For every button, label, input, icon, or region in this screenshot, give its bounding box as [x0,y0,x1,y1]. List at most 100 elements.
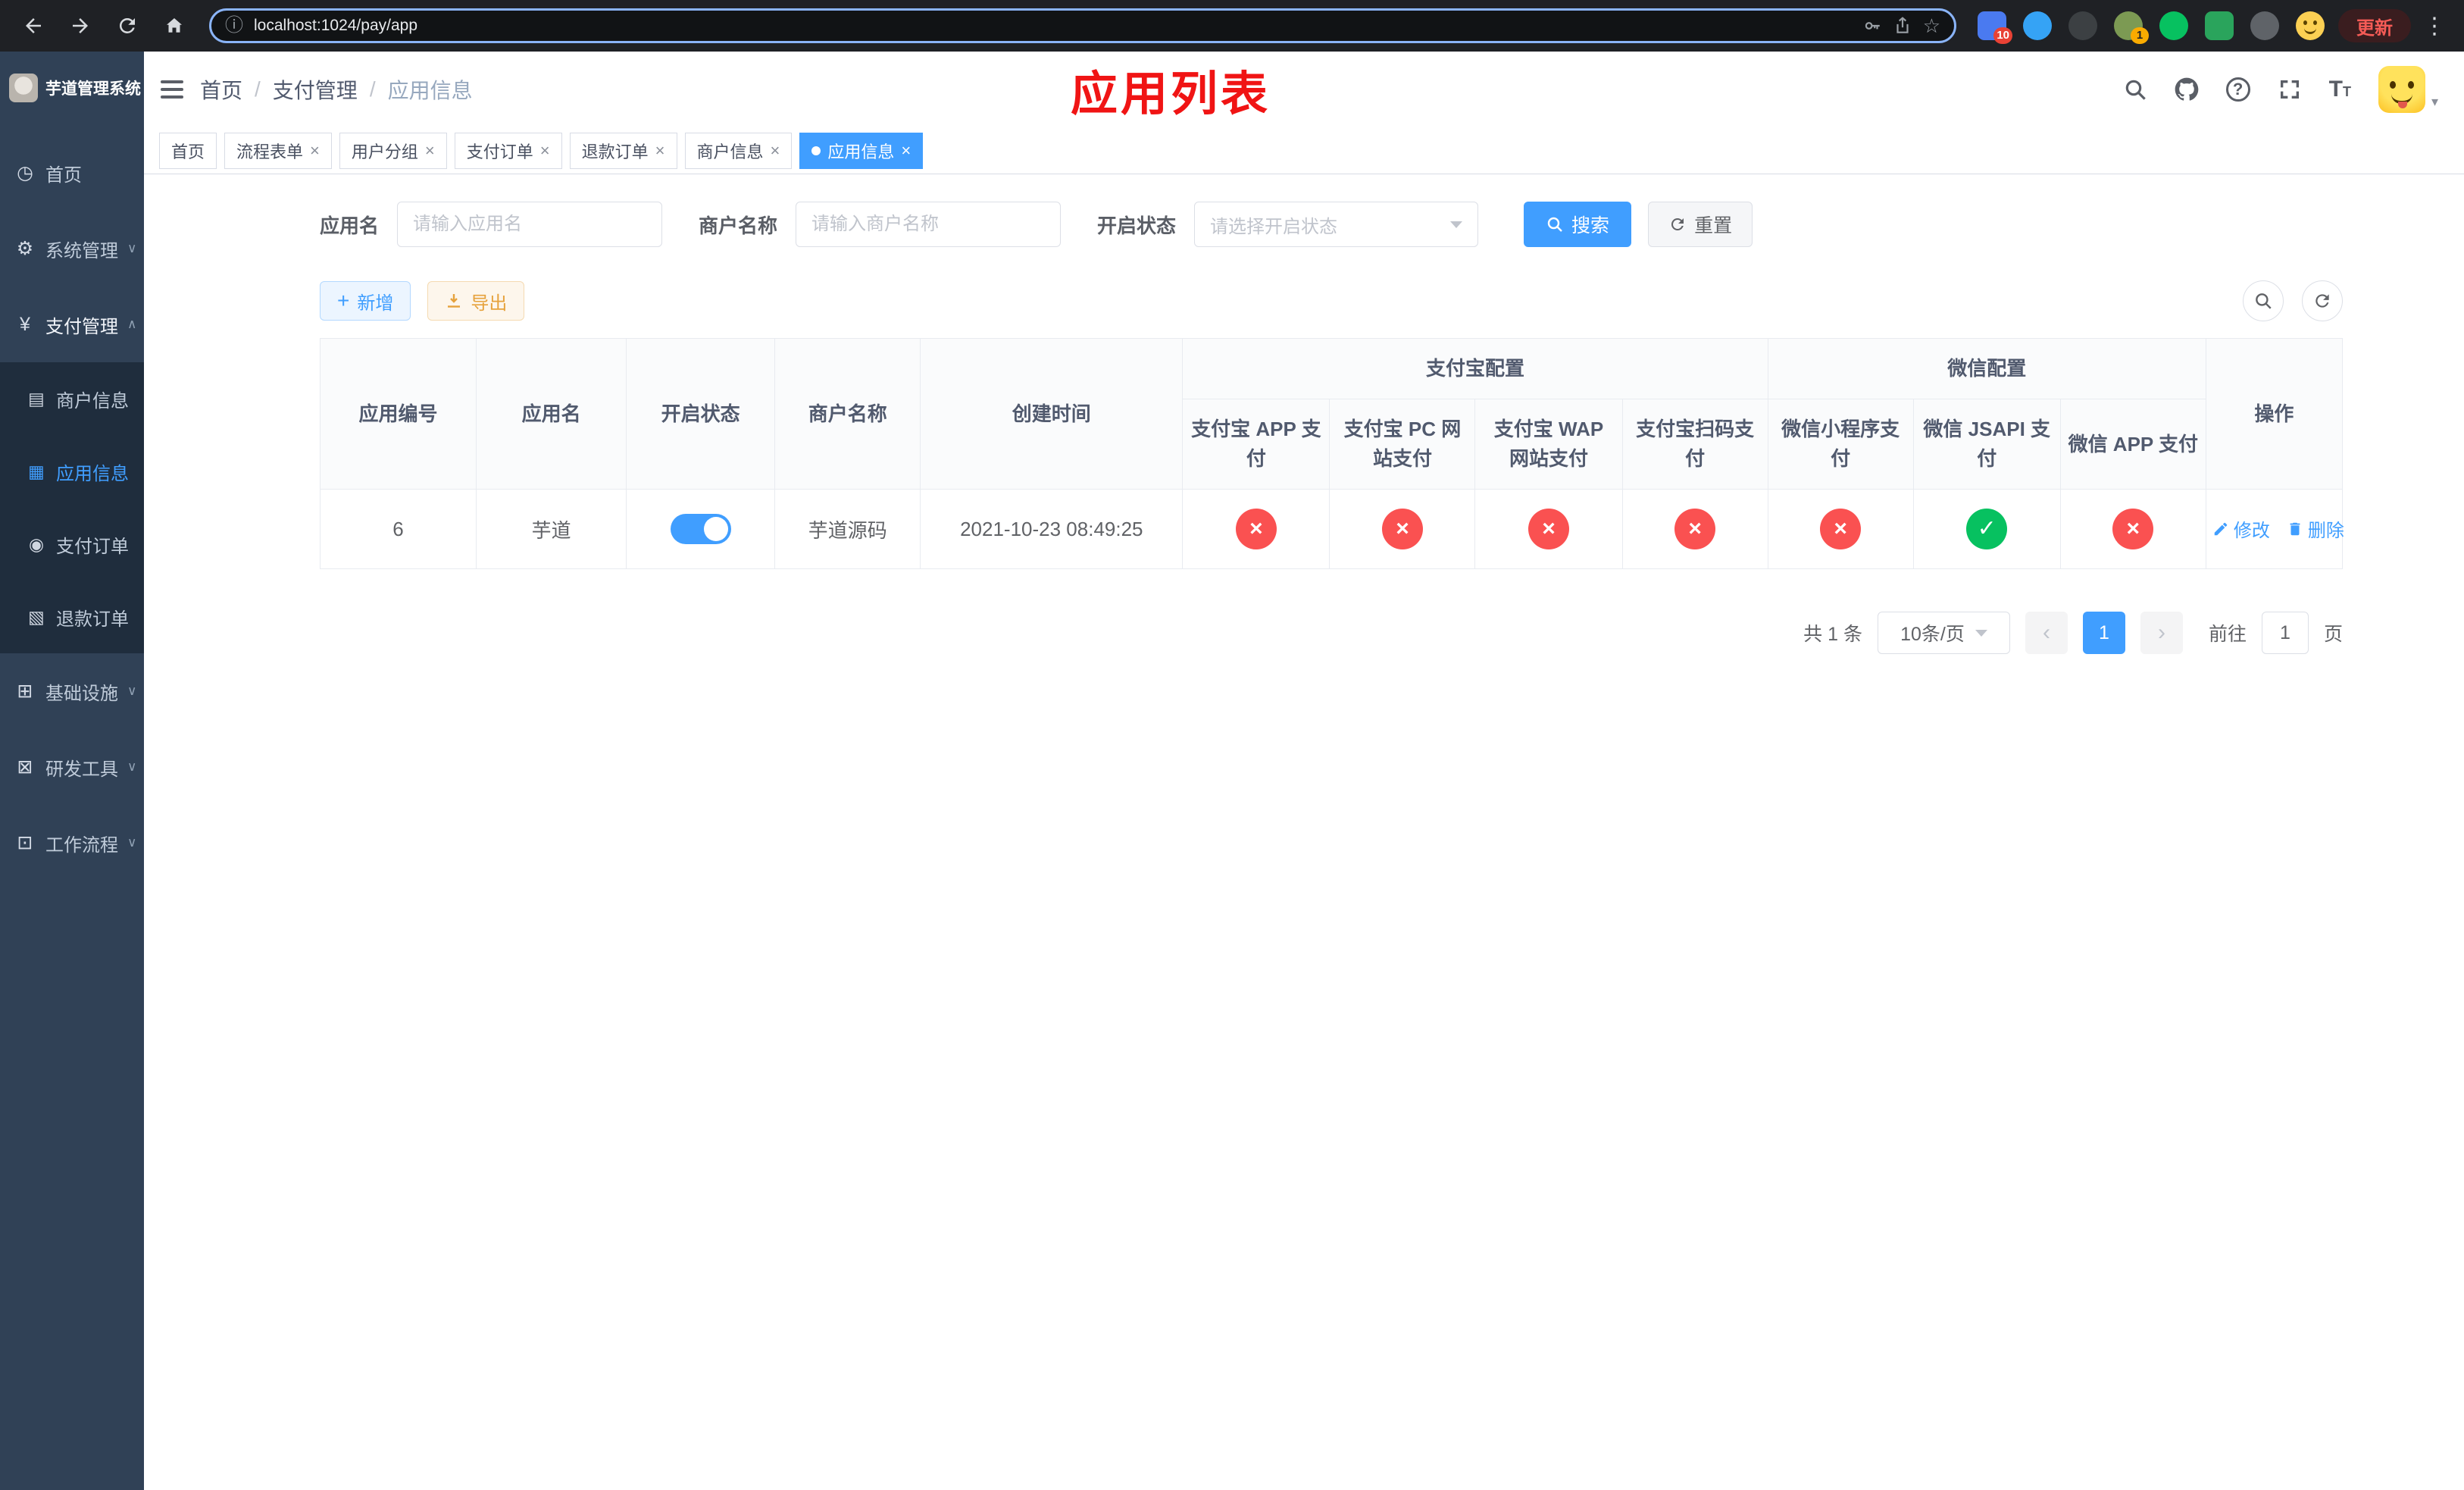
close-icon[interactable]: × [540,142,550,159]
cell-wechat-jsapi: ✓ [1912,489,2061,569]
app-table: 应用编号 应用名 开启状态 商户名称 创建时间 支付宝配置 微信配置 操作 支付… [319,338,2344,569]
collapse-sidebar-icon[interactable] [161,77,183,102]
page-size-select[interactable]: 10条/页 [1877,612,2010,654]
refresh-button[interactable] [2302,280,2343,321]
app-name-input[interactable] [397,202,663,247]
close-icon[interactable]: × [425,142,435,159]
config-status-icon: × [1528,509,1570,549]
password-key-icon[interactable] [1862,16,1882,36]
toggle-search-button[interactable] [2243,280,2284,321]
export-button[interactable]: 导出 [427,281,525,321]
share-icon[interactable] [1893,16,1912,36]
goto-page-input[interactable] [2261,612,2309,654]
download-icon [448,294,461,308]
avatar-image [2378,66,2425,113]
server-icon: ⊞ [17,681,33,702]
col-actions: 操作 [2205,338,2344,490]
site-info-icon[interactable]: ⓘ [225,17,243,35]
navbar: 首页 / 支付管理 / 应用信息 应用列表 ? TT ▾ [144,52,2464,127]
chevron-down-icon: ∨ [127,759,137,774]
extension-icon-6[interactable] [2205,11,2234,40]
col-wechat-mini: 微信小程序支付 [1767,399,1914,490]
next-page-button[interactable]: › [2140,612,2183,654]
tag-user-group[interactable]: 用户分组 × [339,132,447,169]
page-title: 应用列表 [1070,68,1271,121]
sidebar-logo-row[interactable]: 芋道管理系统 [0,52,144,124]
fullscreen-icon[interactable] [2278,77,2302,102]
tag-refund-order[interactable]: 退款订单 × [569,132,677,169]
config-status-icon: × [1820,509,1862,549]
tag-home[interactable]: 首页 [159,132,217,169]
prev-page-button[interactable]: ‹ [2025,612,2068,654]
reset-button[interactable]: 重置 [1648,202,1753,247]
sidebar-item-workflow[interactable]: ⊡ 工作流程 ∨ [0,805,144,881]
toolbox-icon: ⊠ [17,756,33,778]
back-icon[interactable] [14,6,53,45]
close-icon[interactable]: × [901,142,911,159]
app-name-label: 应用名 [320,214,380,237]
status-select[interactable]: 请选择开启状态 [1194,202,1479,247]
extension-icon-2[interactable] [2023,11,2052,40]
add-button[interactable]: + 新增 [320,281,411,321]
document-icon: ▧ [28,606,45,627]
extension-icon-5[interactable] [2159,11,2188,40]
pencil-icon [2214,522,2228,535]
forward-icon[interactable] [61,6,100,45]
page-1-button[interactable]: 1 [2082,612,2125,654]
edit-button[interactable]: 修改 [2212,515,2270,542]
payment-submenu: ▤ 商户信息 ▦ 应用信息 ◉ 支付订单 ▧ 退款订单 [0,362,144,653]
user-avatar[interactable]: ▾ [2378,66,2438,113]
tag-pay-order[interactable]: 支付订单 × [454,132,562,169]
emoji-extension-icon[interactable] [2296,11,2325,40]
sidebar-item-home[interactable]: ◷ 首页 [0,135,144,211]
cell-alipay-qr: × [1621,489,1768,569]
sidebar-item-system[interactable]: ⚙ 系统管理 ∨ [0,211,144,286]
chevron-down-icon [1450,221,1463,228]
col-app-name: 应用名 [476,338,627,490]
extensions-area: 10 1 [1972,11,2331,44]
sidebar-item-app-info[interactable]: ▦ 应用信息 [0,435,144,508]
home-icon[interactable] [155,6,194,45]
help-icon[interactable]: ? [2225,77,2250,102]
chevron-down-icon: ∨ [127,835,137,850]
search-icon[interactable] [2123,77,2147,102]
goto-suffix: 页 [2323,624,2343,645]
status-toggle[interactable] [670,514,731,544]
tag-app-info[interactable]: 应用信息 × [799,132,924,169]
breadcrumb-section[interactable]: 支付管理 [273,74,358,105]
github-icon[interactable] [2175,77,2199,102]
reload-icon[interactable] [108,6,147,45]
extension-icon-3[interactable] [2068,11,2097,40]
yen-icon: ¥ [20,313,30,335]
breadcrumb-home[interactable]: 首页 [200,74,242,105]
chevron-down-icon: ∨ [127,684,137,698]
address-bar[interactable]: ⓘ localhost:1024/pay/app ☆ [209,8,1956,43]
close-icon[interactable]: × [655,142,665,159]
browser-menu-icon[interactable]: ⋮ [2419,13,2450,39]
search-button[interactable]: 搜索 [1524,202,1632,247]
sidebar-item-payment[interactable]: ¥ 支付管理 ∧ [0,286,144,362]
extension-icon-7[interactable] [2250,11,2279,40]
chevron-up-icon: ∧ [127,317,137,331]
bookmark-star-icon[interactable]: ☆ [1923,16,1940,36]
config-status-icon: × [1381,509,1423,549]
tags-view-bar: 首页 流程表单 × 用户分组 × 支付订单 × 退款订单 × 商户信息 × 应用… [144,127,2464,174]
extension-icon-1[interactable]: 10 [1978,11,2012,44]
font-size-icon[interactable]: TT [2329,78,2351,101]
app-content: 应用名 商户名称 开启状态 请选择开启状态 搜索 重置 [144,174,2464,1490]
tag-process-form[interactable]: 流程表单 × [224,132,332,169]
sidebar-item-pay-order[interactable]: ◉ 支付订单 [0,508,144,581]
sidebar-item-dev-tools[interactable]: ⊠ 研发工具 ∨ [0,729,144,805]
close-icon[interactable]: × [771,142,780,159]
tag-merchant-info[interactable]: 商户信息 × [684,132,793,169]
sidebar-item-merchant-info[interactable]: ▤ 商户信息 [0,362,144,435]
extension-badge: 10 [1993,27,2012,44]
sidebar-item-refund-order[interactable]: ▧ 退款订单 [0,581,144,653]
delete-button[interactable]: 删除 [2287,515,2344,542]
close-icon[interactable]: × [310,142,320,159]
col-alipay-qr: 支付宝扫码支付 [1621,399,1768,490]
browser-update-button[interactable]: 更新 [2338,9,2411,42]
sidebar-item-infrastructure[interactable]: ⊞ 基础设施 ∨ [0,653,144,729]
merchant-name-input[interactable] [796,202,1062,247]
profile-extension-icon[interactable]: 1 [2114,11,2149,44]
